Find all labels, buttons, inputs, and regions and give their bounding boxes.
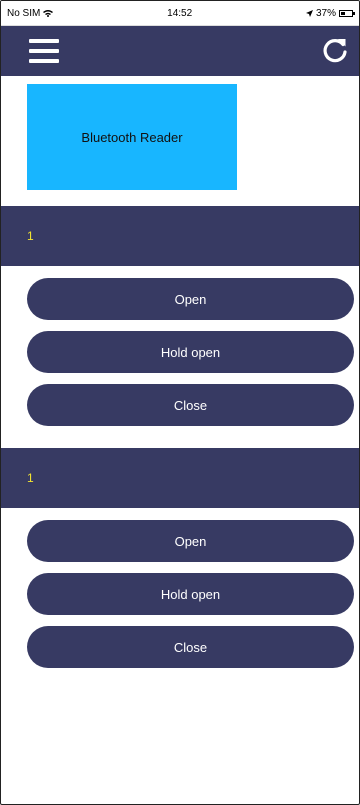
door-name: 1 [27,471,34,485]
app-bar [1,26,359,76]
reader-label: Bluetooth Reader [81,129,183,145]
location-arrow-icon [305,9,313,17]
door-actions: Open Hold open Close [1,508,359,668]
bluetooth-reader-tile[interactable]: Bluetooth Reader [27,84,237,190]
door-name: 1 [27,229,34,243]
refresh-icon[interactable] [319,35,351,67]
status-right: 37% [305,7,355,19]
close-button[interactable]: Close [27,384,354,426]
open-button[interactable]: Open [27,520,354,562]
door-header: 1 [1,206,359,266]
door-actions: Open Hold open Close [1,266,359,426]
status-left: No SIM [7,7,54,19]
hold-open-button[interactable]: Hold open [27,331,354,373]
open-button[interactable]: Open [27,278,354,320]
hold-open-button[interactable]: Hold open [27,573,354,615]
status-time: 14:52 [167,7,193,19]
carrier-text: No SIM [7,7,41,19]
battery-icon [338,9,355,17]
hamburger-menu-icon[interactable] [29,39,59,63]
door-header: 1 [1,448,359,508]
status-bar: No SIM 14:52 37% [1,1,359,26]
wifi-icon [43,10,54,17]
battery-text: 37% [315,7,336,19]
close-button[interactable]: Close [27,626,354,668]
reader-area: Bluetooth Reader [1,76,359,206]
app-frame: No SIM 14:52 37% Bluetooth Reader 1 Open… [0,0,360,805]
